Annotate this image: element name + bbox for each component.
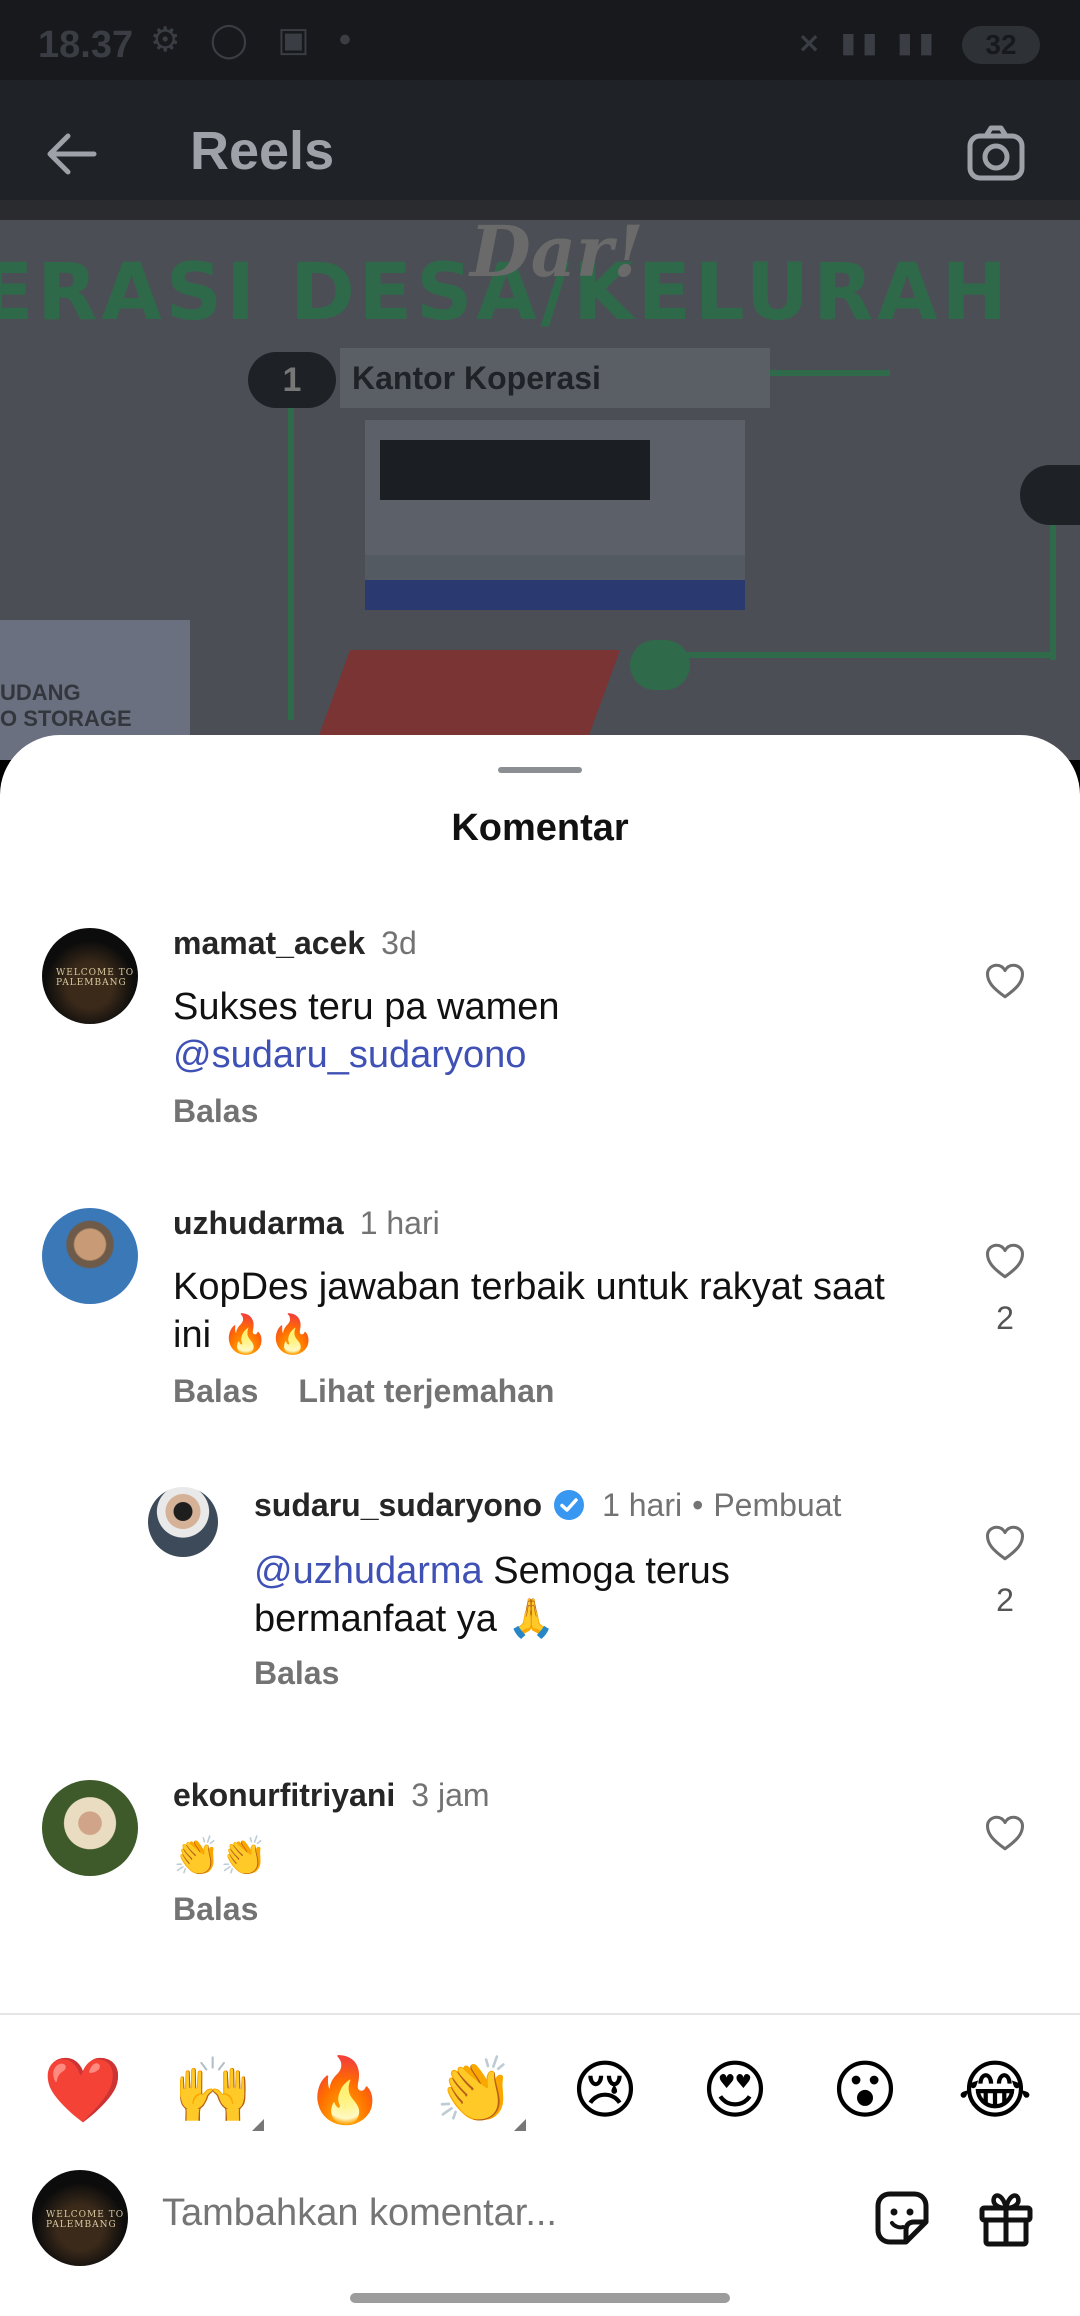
comment-username[interactable]: mamat_acek	[173, 925, 365, 961]
reply-button[interactable]: Balas	[173, 1373, 258, 1409]
sheet-title: Komentar	[451, 807, 629, 849]
emoji-clapping-button[interactable]: 👏	[430, 2045, 526, 2135]
status-notification-icons: ⚙ ◯ ▣ •	[150, 21, 361, 59]
avatar[interactable]: WELCOME TO PALEMBANG	[42, 928, 138, 1024]
like-control[interactable]: 2	[982, 1241, 1028, 1337]
comment-actions: Balas	[173, 1891, 298, 1928]
reel-step-number: 1	[248, 352, 336, 408]
comment-username[interactable]: uzhudarma	[173, 1205, 344, 1241]
comments-sheet: Komentar WELCOME TO PALEMBANG mamat_acek…	[0, 735, 1080, 2316]
verified-badge-icon	[554, 1490, 585, 1520]
heart-icon[interactable]	[984, 1241, 1026, 1281]
home-indicator[interactable]	[350, 2293, 730, 2303]
like-control[interactable]	[982, 1813, 1028, 1858]
heart-icon[interactable]	[984, 1813, 1026, 1853]
comment-time: 1 hari	[602, 1487, 683, 1523]
reel-step-marker	[1020, 465, 1080, 525]
comment-time: 1 hari	[359, 1205, 440, 1241]
comment-header: ekonurfitriyani 3 jam	[173, 1777, 490, 1814]
skin-tone-indicator	[514, 2119, 526, 2131]
comment-actions: Balas Lihat terjemahan	[173, 1373, 594, 1410]
camera-icon[interactable]	[964, 122, 1028, 186]
emoji-heart-button[interactable]: ❤️	[38, 2045, 128, 2135]
comment-header: uzhudarma 1 hari	[173, 1205, 440, 1242]
comment-composer: WELCOME TO PALEMBANG	[0, 2150, 1080, 2290]
avatar[interactable]	[148, 1487, 218, 1557]
see-translation-button[interactable]: Lihat terjemahan	[298, 1373, 554, 1409]
reply-button[interactable]: Balas	[173, 1093, 258, 1129]
gift-icon[interactable]	[974, 2186, 1038, 2250]
emoji-crying-button[interactable]: 😢	[560, 2045, 650, 2135]
sticker-icon[interactable]	[870, 2186, 934, 2250]
reply-button[interactable]: Balas	[173, 1891, 258, 1927]
divider	[0, 2013, 1080, 2015]
like-count: 2	[996, 1300, 1014, 1336]
emoji-glyph: 🙌	[173, 2054, 253, 2126]
comment-header: sudaru_sudaryono 1 hari • Pembuat	[254, 1487, 841, 1524]
diagram-line	[288, 400, 294, 720]
reel-kantor-label: Kantor Koperasi	[340, 348, 770, 408]
status-time: 18.37	[38, 24, 134, 66]
heart-icon[interactable]	[984, 1523, 1026, 1563]
back-arrow-icon[interactable]	[40, 122, 104, 186]
emoji-raising-hands-button[interactable]: 🙌	[168, 2045, 264, 2135]
emoji-quick-reactions: ❤️ 🙌 🔥 👏 😢 😍 😮 😂	[0, 2035, 1080, 2155]
separator-dot: •	[692, 1487, 704, 1523]
comment-actions: Balas	[173, 1093, 298, 1130]
skin-tone-indicator	[252, 2119, 264, 2131]
like-control[interactable]: 2	[982, 1523, 1028, 1619]
reel-dot	[630, 640, 690, 690]
emoji-surprised-button[interactable]: 😮	[820, 2045, 910, 2135]
avatar[interactable]	[42, 1780, 138, 1876]
diagram-line	[640, 652, 1052, 658]
comment-text: @uzhudarma Semoga terus bermanfaat ya 🙏	[254, 1547, 904, 1643]
comment-username[interactable]: ekonurfitriyani	[173, 1777, 395, 1813]
reply-button[interactable]: Balas	[254, 1655, 339, 1691]
mention-link[interactable]: @sudaru_sudaryono	[173, 1034, 526, 1076]
comment-text: 👏👏	[173, 1836, 268, 1878]
diagram-line	[1050, 520, 1056, 660]
emoji-laughing-button[interactable]: 😂	[950, 2045, 1040, 2135]
like-count: 2	[996, 1582, 1014, 1618]
comment-text-body: Sukses teru pa wamen	[173, 986, 560, 1028]
comment-username[interactable]: sudaru_sudaryono	[254, 1487, 542, 1523]
status-bar: 18.37 ⚙ ◯ ▣ • ⨯ ▮▮ ▮▮ 32	[0, 0, 1080, 80]
page-title: Reels	[190, 121, 335, 181]
reel-building-illustration	[365, 420, 745, 610]
emoji-fire-button[interactable]: 🔥	[300, 2045, 390, 2135]
mention-link[interactable]: @uzhudarma	[254, 1550, 483, 1592]
battery-indicator: 32	[962, 26, 1040, 64]
reel-watermark: Dar!	[470, 210, 644, 293]
avatar: WELCOME TO PALEMBANG	[32, 2170, 128, 2266]
comment-actions: Balas	[254, 1655, 379, 1692]
emoji-heart-eyes-button[interactable]: 😍	[690, 2045, 780, 2135]
building-stripe	[365, 555, 745, 610]
reels-header: Reels	[0, 80, 1080, 220]
sheet-drag-handle[interactable]	[498, 767, 582, 773]
comment-time: 3 jam	[411, 1777, 490, 1813]
building-sign	[380, 440, 650, 500]
comment-time: 3d	[381, 925, 417, 961]
status-signal-icons: ⨯ ▮▮ ▮▮	[797, 27, 940, 58]
heart-icon[interactable]	[984, 961, 1026, 1001]
comment-text: KopDes jawaban terbaik untuk rakyat saat…	[173, 1266, 885, 1356]
like-control[interactable]	[982, 961, 1028, 1006]
diagram-line	[770, 370, 890, 376]
comment-text: Sukses teru pa wamen @sudaru_sudaryono	[173, 983, 913, 1079]
comment-header: mamat_acek 3d	[173, 925, 417, 962]
creator-label: Pembuat	[713, 1487, 842, 1523]
emoji-glyph: 👏	[435, 2054, 515, 2126]
comment-input[interactable]	[162, 2192, 812, 2235]
avatar[interactable]	[42, 1208, 138, 1304]
